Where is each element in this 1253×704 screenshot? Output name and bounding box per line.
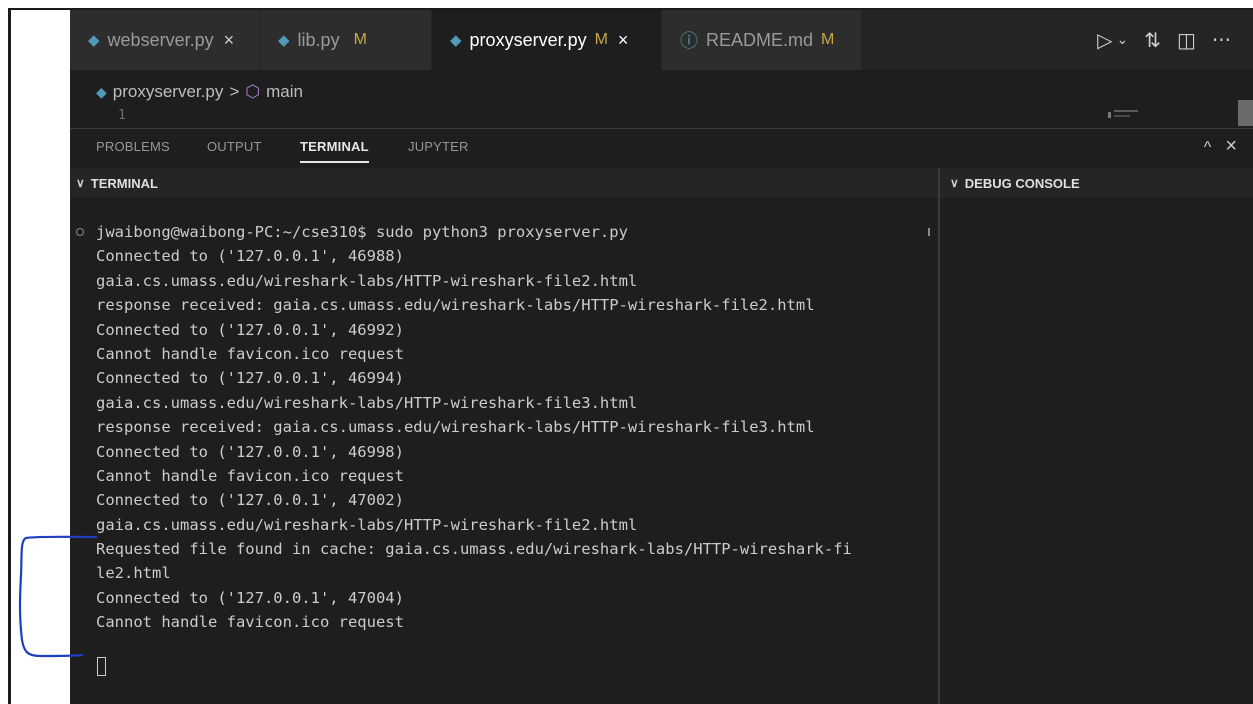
maximize-panel-icon[interactable]: ^ xyxy=(1204,139,1212,158)
python-file-icon: ◆ xyxy=(450,32,462,49)
python-file-icon: ◆ xyxy=(278,32,290,49)
more-actions-icon[interactable]: ··· xyxy=(1212,28,1231,52)
close-panel-icon[interactable]: × xyxy=(1225,135,1237,158)
tab-webserver-py[interactable]: ◆ webserver.py × xyxy=(70,10,260,70)
terminal-line: jwaibong@waibong-PC:~/cse310$ sudo pytho… xyxy=(96,223,628,241)
terminal-pane[interactable]: jwaibong@waibong-PC:~/cse310$ sudo pytho… xyxy=(70,198,938,704)
breadcrumb-symbol[interactable]: main xyxy=(266,82,303,102)
tab-label: proxyserver.py xyxy=(469,29,587,50)
terminal-line: Cannot handle favicon.ico request xyxy=(96,466,404,485)
symbol-method-icon: ⬡ xyxy=(245,82,261,101)
tab-readme-md[interactable]: ⓘ README.md M xyxy=(662,10,862,70)
compare-changes-icon[interactable]: ⇅ xyxy=(1144,28,1161,52)
terminal-line: Connected to ('127.0.0.1', 46988) xyxy=(96,247,404,266)
python-file-icon: ◆ xyxy=(88,32,100,49)
tab-label: README.md xyxy=(706,29,814,50)
minimap-mark xyxy=(1114,110,1138,112)
tab-lib-py[interactable]: ◆ lib.py M xyxy=(260,10,432,70)
breadcrumb: ◆ proxyserver.py > ⬡ main xyxy=(96,82,303,102)
split-editor-icon[interactable]: ◫ xyxy=(1177,28,1196,52)
terminal-line: response received: gaia.cs.umass.edu/wir… xyxy=(96,418,815,437)
window-left-border xyxy=(8,8,11,704)
breadcrumb-separator: > xyxy=(229,82,240,101)
line-number: 1 xyxy=(118,108,126,123)
python-file-icon: ◆ xyxy=(96,83,107,100)
chevron-down-icon: ∨ xyxy=(76,176,85,190)
terminal-scrollbar[interactable] xyxy=(928,228,930,236)
tab-proxyserver-py[interactable]: ◆ proxyserver.py M × xyxy=(432,10,662,70)
command-decoration-icon xyxy=(76,228,84,236)
terminal-line: Connected to ('127.0.0.1', 47002) xyxy=(96,491,404,510)
minimap-mark xyxy=(1108,112,1111,118)
terminal-line: Requested file found in cache: gaia.cs.u… xyxy=(96,540,852,559)
terminal-line: Cannot handle favicon.ico request xyxy=(96,613,404,632)
close-icon[interactable]: × xyxy=(618,30,629,51)
panel-actions: ^ × xyxy=(1204,135,1237,158)
terminal-section-header[interactable]: ∨ TERMINAL xyxy=(70,168,938,198)
close-icon[interactable]: × xyxy=(224,30,235,51)
tab-terminal[interactable]: TERMINAL xyxy=(300,139,369,163)
tab-problems[interactable]: PROBLEMS xyxy=(96,139,170,154)
run-icon[interactable]: ▷ xyxy=(1097,28,1112,52)
terminal-line: Connected to ('127.0.0.1', 46994) xyxy=(96,369,404,388)
terminal-cursor xyxy=(97,657,106,676)
chevron-down-icon[interactable]: ⌄ xyxy=(1117,32,1129,48)
tab-jupyter[interactable]: JUPYTER xyxy=(408,139,469,154)
terminal-line: response received: gaia.cs.umass.edu/wir… xyxy=(96,296,815,315)
minimap-mark xyxy=(1114,115,1130,117)
debug-console-section-header[interactable]: ∨ DEBUG CONSOLE xyxy=(940,168,1253,198)
chevron-down-icon: ∨ xyxy=(950,176,959,190)
editor-tab-bar: ◆ webserver.py × ◆ lib.py M ◆ proxyserve… xyxy=(70,10,1253,70)
terminal-line: gaia.cs.umass.edu/wireshark-labs/HTTP-wi… xyxy=(96,393,638,412)
modified-indicator: M xyxy=(594,31,608,48)
modified-indicator: M xyxy=(353,31,367,48)
terminal-line: Cannot handle favicon.ico request xyxy=(96,344,404,363)
minimap[interactable] xyxy=(1108,110,1146,120)
tab-output[interactable]: OUTPUT xyxy=(207,139,262,154)
terminal-line: gaia.cs.umass.edu/wireshark-labs/HTTP-wi… xyxy=(96,271,638,290)
terminal-line: le2.html xyxy=(96,564,171,583)
terminal-header-label: TERMINAL xyxy=(90,175,158,191)
terminal-line: gaia.cs.umass.edu/wireshark-labs/HTTP-wi… xyxy=(96,515,638,534)
breadcrumb-file[interactable]: proxyserver.py xyxy=(113,82,224,102)
terminal-output: jwaibong@waibong-PC:~/cse310$ sudo pytho… xyxy=(96,220,852,635)
screenshot-root: ◆ webserver.py × ◆ lib.py M ◆ proxyserve… xyxy=(0,0,1253,704)
terminal-line: Connected to ('127.0.0.1', 46998) xyxy=(96,442,404,461)
terminal-line: Connected to ('127.0.0.1', 46992) xyxy=(96,320,404,339)
panel-tab-bar: PROBLEMS OUTPUT TERMINAL JUPYTER ^ × xyxy=(70,128,1253,169)
editor-actions: ▷ ⌄ ⇅ ◫ ··· xyxy=(1073,10,1253,70)
tab-label: webserver.py xyxy=(107,29,214,50)
breadcrumb-bar: ◆ proxyserver.py > ⬡ main 1 xyxy=(70,70,1253,128)
debug-header-label: DEBUG CONSOLE xyxy=(964,175,1080,191)
editor-scrollbar[interactable] xyxy=(1238,100,1253,126)
info-icon: ⓘ xyxy=(680,31,698,51)
terminal-line: Connected to ('127.0.0.1', 47004) xyxy=(96,588,404,607)
debug-console-pane[interactable] xyxy=(940,198,1253,704)
modified-indicator: M xyxy=(821,31,835,48)
vscode-window: ◆ webserver.py × ◆ lib.py M ◆ proxyserve… xyxy=(70,10,1253,704)
tab-label: lib.py xyxy=(297,29,340,50)
